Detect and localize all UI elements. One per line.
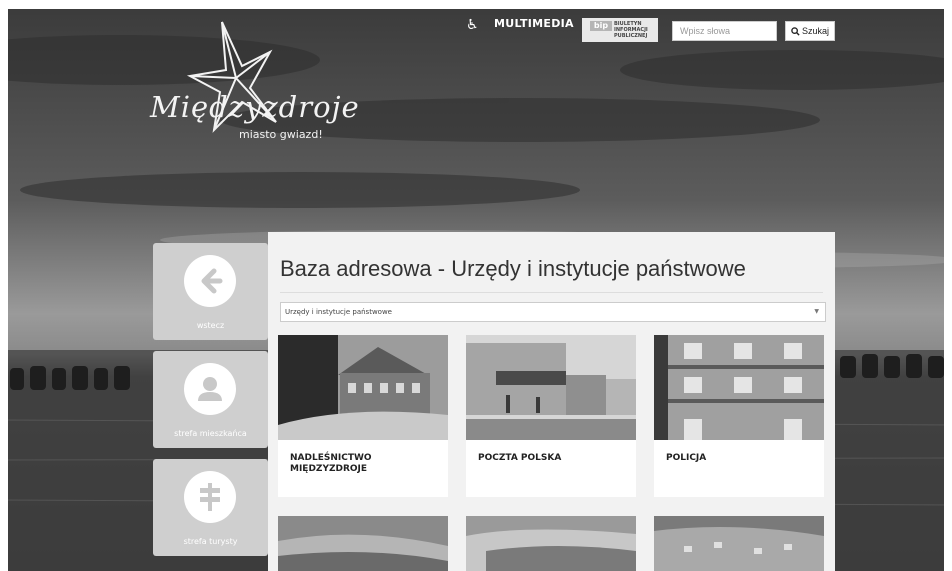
card-photo <box>278 335 448 440</box>
bip-logo: bip <box>590 21 612 31</box>
institution-card[interactable]: NADLEŚNICTWO MIĘDZYZDROJE <box>278 335 448 497</box>
search-icon <box>791 26 800 36</box>
bip-link[interactable]: bip BIULETYN INFORMACJI PUBLICZNEJ <box>582 18 658 42</box>
card-title: POCZTA POLSKA <box>478 453 562 463</box>
arrow-left-icon <box>201 268 223 294</box>
tourist-zone-tile[interactable]: strefa turysty <box>153 459 268 556</box>
main-panel: Baza adresowa - Urzędy i instytucje pańs… <box>268 232 835 571</box>
logo-script-text: Międzyzdroje <box>150 90 360 124</box>
title-divider <box>280 292 823 293</box>
back-tile-label: wstecz <box>196 321 225 330</box>
user-icon <box>198 377 222 401</box>
card-photo <box>654 335 824 440</box>
site-logo[interactable]: Międzyzdroje miasto gwiazd! <box>150 18 359 148</box>
tourist-zone-label: strefa turysty <box>183 537 238 546</box>
wheelchair-icon[interactable]: ♿ <box>466 17 479 33</box>
card-photo <box>466 335 636 440</box>
resident-zone-tile[interactable]: strefa mieszkańca <box>153 351 268 448</box>
card-photo <box>466 516 636 571</box>
chevron-down-icon: ▼ <box>814 308 819 315</box>
resident-zone-label: strefa mieszkańca <box>174 429 247 438</box>
page-title: Baza adresowa - Urzędy i instytucje pańs… <box>280 256 746 281</box>
back-tile[interactable]: wstecz <box>153 243 268 340</box>
institution-card[interactable] <box>466 516 636 571</box>
card-title: NADLEŚNICTWO MIĘDZYZDROJE <box>290 453 372 474</box>
card-title: POLICJA <box>666 453 707 463</box>
category-select[interactable]: Urzędy i instytucje państwowe ▼ <box>280 302 826 322</box>
search-button-label: Szukaj <box>801 26 829 36</box>
signpost-icon <box>200 483 220 511</box>
bip-text: BIULETYN INFORMACJI PUBLICZNEJ <box>614 21 648 39</box>
logo-tagline: miasto gwiazd! <box>239 128 323 141</box>
card-photo <box>278 516 448 571</box>
search-input[interactable] <box>672 21 777 41</box>
category-select-value: Urzędy i instytucje państwowe <box>285 308 392 316</box>
institution-card[interactable]: POLICJA <box>654 335 824 497</box>
institution-card[interactable]: POCZTA POLSKA <box>466 335 636 497</box>
multimedia-link[interactable]: MULTIMEDIA <box>494 17 574 30</box>
search-button[interactable]: Szukaj <box>785 21 835 41</box>
institution-card[interactable] <box>278 516 448 571</box>
institution-card[interactable] <box>654 516 824 571</box>
card-photo <box>654 516 824 571</box>
